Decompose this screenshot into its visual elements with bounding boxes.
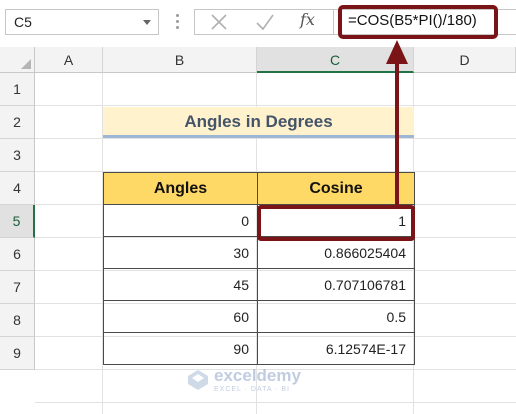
watermark-name: exceldemy [214,366,301,385]
chevron-down-icon[interactable] [143,20,151,25]
watermark-tagline: EXCEL · DATA · BI [214,386,290,393]
sheet-title[interactable]: Angles in Degrees [103,107,414,138]
cell-cosine[interactable]: 0.866025404 [257,236,415,269]
drag-handle-icon[interactable] [176,14,179,32]
formula-bar: C5 fx =COS(B5*PI()/180) [0,0,516,46]
cell-angle[interactable]: 0 [103,204,258,237]
header-angles[interactable]: Angles [103,172,258,205]
gridline [35,402,516,403]
column-header-d[interactable]: D [414,47,516,73]
exceldemy-watermark: exceldemy EXCEL · DATA · BI [186,366,336,400]
angles-table: Angles Cosine 0 1 30 0.866025404 45 0.70… [103,172,415,365]
row-header-2[interactable]: 2 [0,106,35,139]
cell-cosine[interactable]: 0.5 [257,300,415,333]
enter-check-icon[interactable] [255,12,275,32]
row-header-1[interactable]: 1 [0,73,35,106]
row-header-3[interactable]: 3 [0,139,35,172]
row-header-9[interactable]: 9 [0,337,35,370]
row-header-7[interactable]: 7 [0,271,35,304]
exceldemy-logo-icon [188,370,208,390]
active-cell-highlight-box [257,205,415,241]
name-box[interactable]: C5 [5,9,159,35]
column-header-b[interactable]: B [103,47,257,73]
cell-angle[interactable]: 90 [103,332,258,365]
cell-cosine[interactable]: 0.707106781 [257,268,415,301]
row-header-5[interactable]: 5 [0,205,35,238]
table-row: 90 6.12574E-17 [103,332,415,365]
cancel-x-icon[interactable] [210,12,228,32]
gridline [35,138,516,139]
formula-highlight-box [338,5,498,39]
table-header-row: Angles Cosine [103,172,415,205]
fx-icon[interactable]: fx [300,10,315,29]
column-header-a[interactable]: A [35,47,103,73]
table-row: 30 0.866025404 [103,236,415,269]
gridline [35,105,516,106]
annotation-arrow-up-icon [386,40,408,206]
select-all-corner[interactable] [0,47,35,73]
row-header-8[interactable]: 8 [0,304,35,337]
cell-cosine[interactable]: 6.12574E-17 [257,332,415,365]
table-row: 45 0.707106781 [103,268,415,301]
name-box-value: C5 [14,14,32,30]
cell-angle[interactable]: 60 [103,300,258,333]
table-row: 60 0.5 [103,300,415,333]
row-header-6[interactable]: 6 [0,238,35,271]
cell-angle[interactable]: 30 [103,236,258,269]
cell-angle[interactable]: 45 [103,268,258,301]
row-header-4[interactable]: 4 [0,172,35,205]
